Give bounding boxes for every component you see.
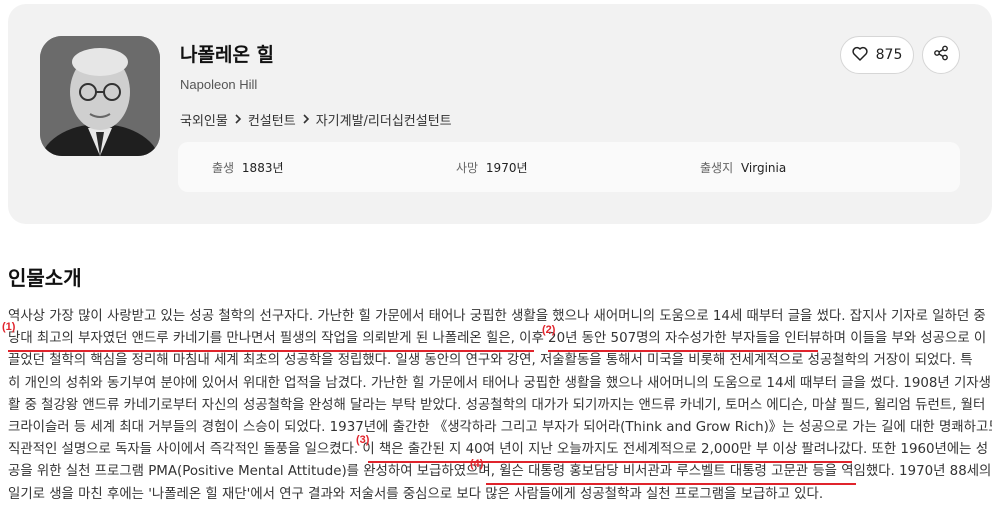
intro-line: 일기로 생을 마친 후에는 '나폴레온 힐 재단'에서 연구 결과와 저술서를 …: [8, 486, 824, 502]
portrait-image: [40, 36, 160, 156]
intro-line: 끌었던 철학의 핵심을 정리해 마침내 세계 최초의 성공학을 정립했다. 일생…: [8, 353, 973, 369]
death-info: 사망 1970년: [456, 159, 528, 176]
person-name: 나폴레온 힐: [180, 44, 275, 66]
annotation-number: (2): [542, 324, 556, 336]
intro-line: 당대 최고의 부자였던 앤드루 카네기를 만나면서 필생의 작업을 의뢰받게 된…: [8, 331, 987, 347]
breadcrumb: 국외인물 컨설턴트 자기계발/리더십컨설턴트: [180, 110, 452, 129]
annotation-underline: [8, 350, 534, 352]
birthplace-info: 출생지 Virginia: [700, 159, 786, 176]
intro-line: 크라이슬러 등 세계 최대 거부들의 경험이 스승이 되었다. 1937년에 출…: [8, 419, 992, 435]
death-label: 사망: [456, 161, 479, 175]
heart-icon: [851, 46, 868, 65]
intro-line: 역사상 가장 많이 사랑받고 있는 성공 철학의 선구자다. 가난한 힐 가문에…: [8, 309, 986, 324]
death-value: 1970년: [485, 161, 528, 175]
like-count: 875: [875, 47, 903, 63]
avatar: [40, 36, 160, 156]
intro-line: 공을 위한 실천 프로그램 PMA(Positive Mental Attitu…: [8, 464, 992, 480]
intro-line: 직관적인 설명으로 독자들 사이에서 즉각적인 돌풍을 일으켰다. 이 책은 출…: [8, 442, 989, 458]
share-icon: [933, 45, 949, 65]
intro-line: 활 중 철강왕 앤드류 카네기로부터 자신의 성공철학을 완성해 달라는 부탁 …: [8, 397, 986, 413]
annotation-number: (3): [356, 434, 370, 446]
birth-value: 1883년: [241, 161, 284, 175]
share-button[interactable]: [922, 36, 960, 74]
birthplace-label: 출생지: [700, 161, 734, 175]
chevron-right-icon: [234, 113, 242, 127]
info-bar: 출생 1883년 사망 1970년 출생지 Virginia: [178, 142, 960, 192]
intro-text: 역사상 가장 많이 사랑받고 있는 성공 철학의 선구자다. 가난한 힐 가문에…: [8, 306, 992, 506]
intro-line: 히 개인의 성취와 동기부여 분야에 있어서 위대한 업적을 남겼다. 가난한 …: [8, 375, 991, 391]
breadcrumb-item-self-development[interactable]: 자기계발/리더십컨설턴트: [316, 110, 452, 129]
birth-info: 출생 1883년: [212, 159, 284, 176]
annotation-number: (1): [2, 321, 16, 333]
chevron-right-icon: [302, 113, 310, 127]
breadcrumb-item-consultant[interactable]: 컨설턴트: [248, 110, 296, 129]
annotation-underline: [548, 350, 818, 352]
section-title: 인물소개: [8, 266, 82, 290]
annotation-number: (4): [470, 458, 484, 470]
birth-label: 출생: [212, 161, 235, 175]
birthplace-value: Virginia: [740, 161, 787, 175]
profile-card: 나폴레온 힐 Napoleon Hill 국외인물 컨설턴트 자기계발/리더십컨…: [8, 4, 992, 224]
breadcrumb-item-overseas[interactable]: 국외인물: [180, 110, 228, 129]
annotation-underline: [368, 461, 852, 463]
person-name-english: Napoleon Hill: [180, 77, 258, 92]
annotation-underline: [486, 483, 856, 485]
like-button[interactable]: 875: [840, 36, 914, 74]
